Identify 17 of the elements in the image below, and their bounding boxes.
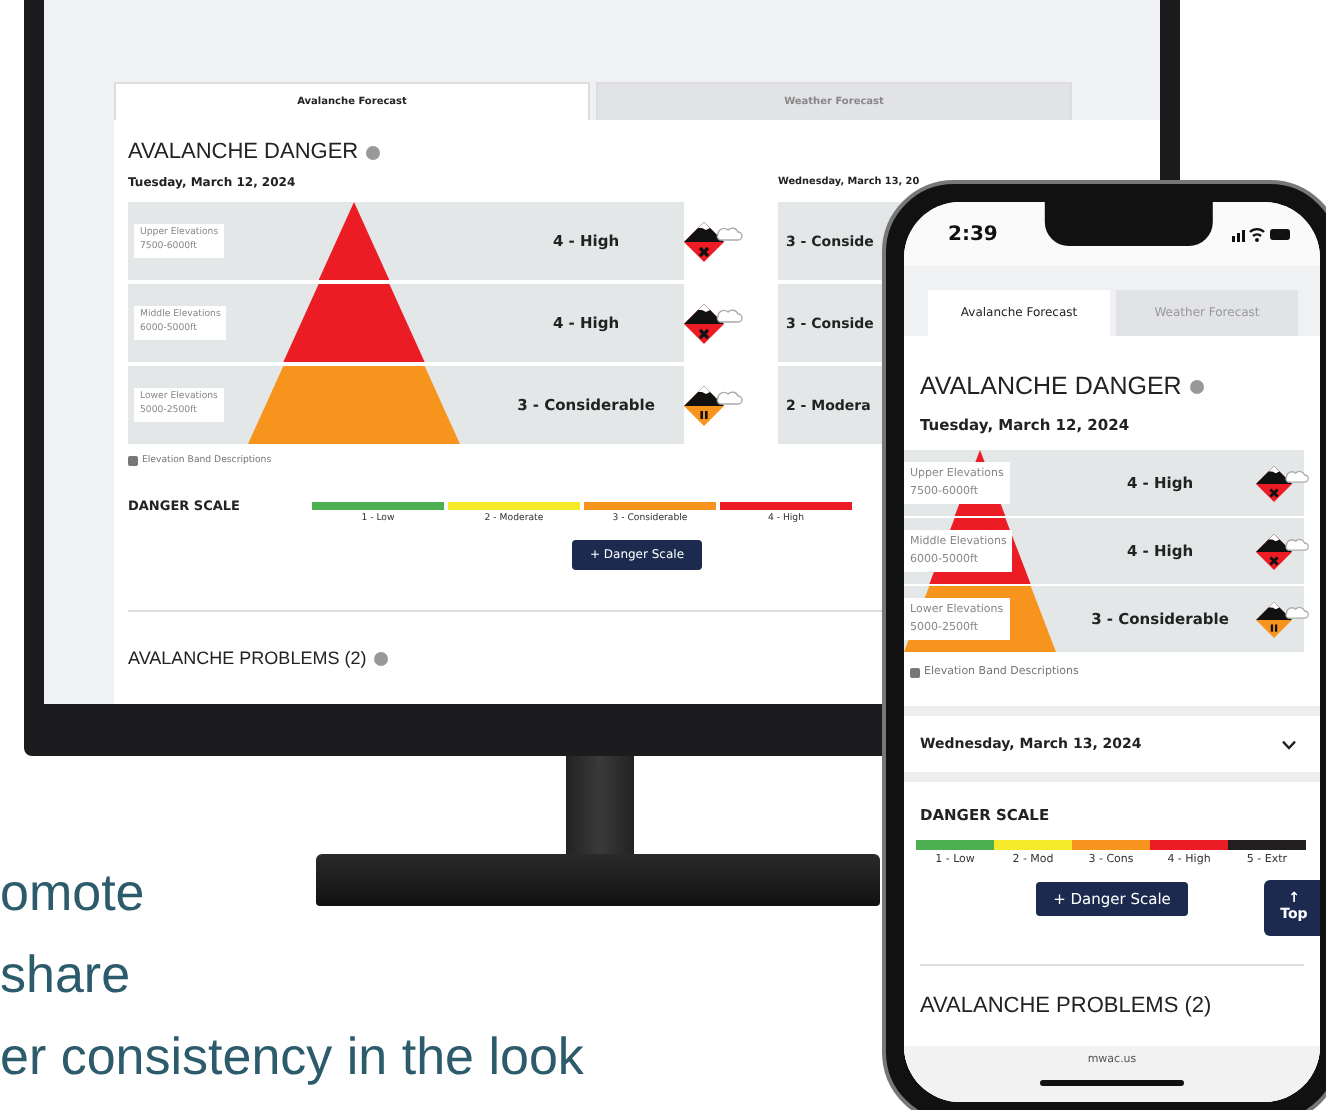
tagline-text: share [0, 942, 133, 1008]
tagline-text: er consistency in the look [0, 1024, 584, 1090]
chevron-icon [1282, 739, 1296, 749]
monitor-stand [566, 756, 634, 860]
status-time: 2:39 [948, 223, 998, 245]
info-icon[interactable] [366, 145, 381, 159]
info-icon[interactable] [1189, 379, 1204, 393]
tagline-text: omote [0, 860, 147, 926]
status-icons [1232, 226, 1292, 242]
section-title: AVALANCHE PROBLEMS (2) [918, 994, 1214, 1018]
info-icon [128, 456, 138, 466]
section-title: AVALANCHE DANGER [920, 372, 1182, 400]
info-icon [910, 667, 920, 677]
section-title: AVALANCHE DANGER [128, 140, 359, 164]
home-indicator [1040, 1080, 1184, 1086]
info-icon[interactable] [374, 651, 389, 665]
section-title: AVALANCHE PROBLEMS (2) [128, 648, 367, 668]
